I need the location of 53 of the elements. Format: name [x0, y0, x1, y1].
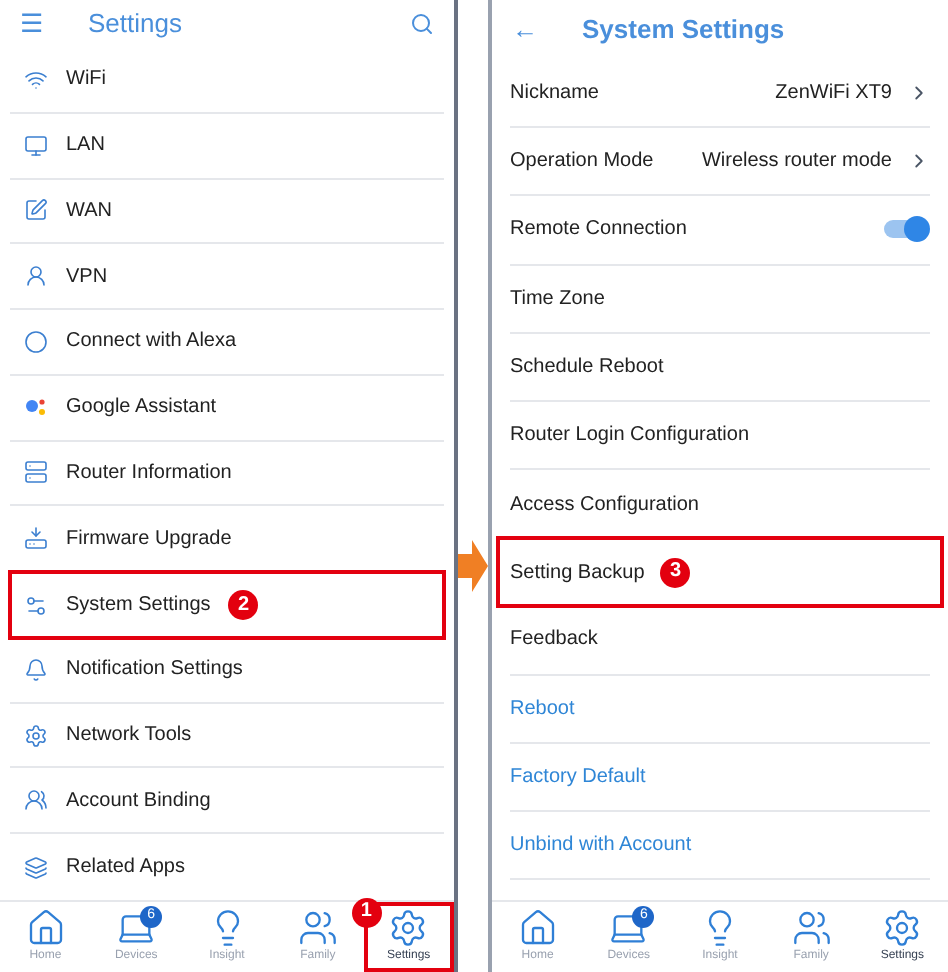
settings-icon: [882, 908, 923, 948]
people-icon: [24, 788, 48, 813]
pen-icon: [24, 198, 48, 223]
bell-icon: [24, 657, 48, 682]
settings-row[interactable]: Time Zone: [510, 265, 930, 334]
settings-row[interactable]: Google Assistant: [10, 375, 444, 442]
person-icon: [24, 264, 48, 289]
search-icon[interactable]: [410, 12, 434, 36]
arrow-icon: [458, 540, 488, 592]
settings-row[interactable]: Feedback: [510, 606, 930, 676]
settings-row[interactable]: Related Apps: [10, 834, 444, 900]
settings-row[interactable]: WAN: [10, 179, 444, 245]
settings-row[interactable]: Schedule Reboot: [510, 333, 930, 402]
settings-row[interactable]: WiFi: [10, 48, 444, 114]
settings-row[interactable]: Setting Backup 3: [498, 538, 942, 607]
settings-row[interactable]: Nickname ZenWiFi XT9: [510, 60, 930, 129]
step-badge: 1: [351, 897, 382, 927]
layers-icon: [24, 855, 48, 880]
monitor-icon: [24, 133, 48, 158]
settings-row[interactable]: Notification Settings: [10, 637, 444, 704]
settings-row[interactable]: System Settings 2: [10, 572, 444, 638]
gear-icon: [24, 723, 48, 748]
settings-row[interactable]: Firmware Upgrade: [10, 506, 444, 573]
settings-row[interactable]: Unbind with Account: [510, 811, 930, 881]
step-badge: 2: [228, 590, 259, 620]
settings-row[interactable]: LAN: [10, 113, 444, 180]
home-icon: [25, 908, 66, 948]
ring-icon: [24, 329, 48, 354]
people-icon: [297, 908, 338, 948]
screen-title: Settings: [88, 6, 184, 43]
home-icon: [517, 908, 558, 948]
settings-row[interactable]: Operation Mode Wireless router mode: [510, 128, 930, 197]
screen-title: System Settings: [582, 12, 785, 49]
settings-row[interactable]: VPN: [10, 244, 444, 311]
drive-icon: [24, 526, 48, 551]
settings-row[interactable]: Router Login Configuration: [510, 401, 930, 471]
server-icon: [24, 460, 48, 485]
sliders-icon: [24, 593, 48, 617]
settings-row[interactable]: Connect with Alexa: [10, 310, 444, 376]
dots-icon: [24, 395, 48, 420]
settings-row[interactable]: Router Information: [10, 441, 444, 507]
settings-icon: [388, 908, 429, 948]
settings-row[interactable]: Network Tools: [10, 703, 444, 769]
step-badge: 3: [660, 557, 691, 588]
settings-row[interactable]: Account Binding: [10, 768, 444, 835]
settings-row[interactable]: Factory Default: [510, 743, 930, 812]
settings-row[interactable]: Access Configuration: [510, 470, 930, 539]
people-icon: [791, 908, 832, 948]
setting-value: Wireless router mode: [701, 148, 892, 177]
settings-row[interactable]: Reboot: [510, 675, 930, 744]
toggle-switch[interactable]: [884, 220, 924, 239]
settings-row[interactable]: Remote Connection: [510, 196, 930, 266]
setting-value: ZenWiFi XT9: [775, 80, 892, 109]
